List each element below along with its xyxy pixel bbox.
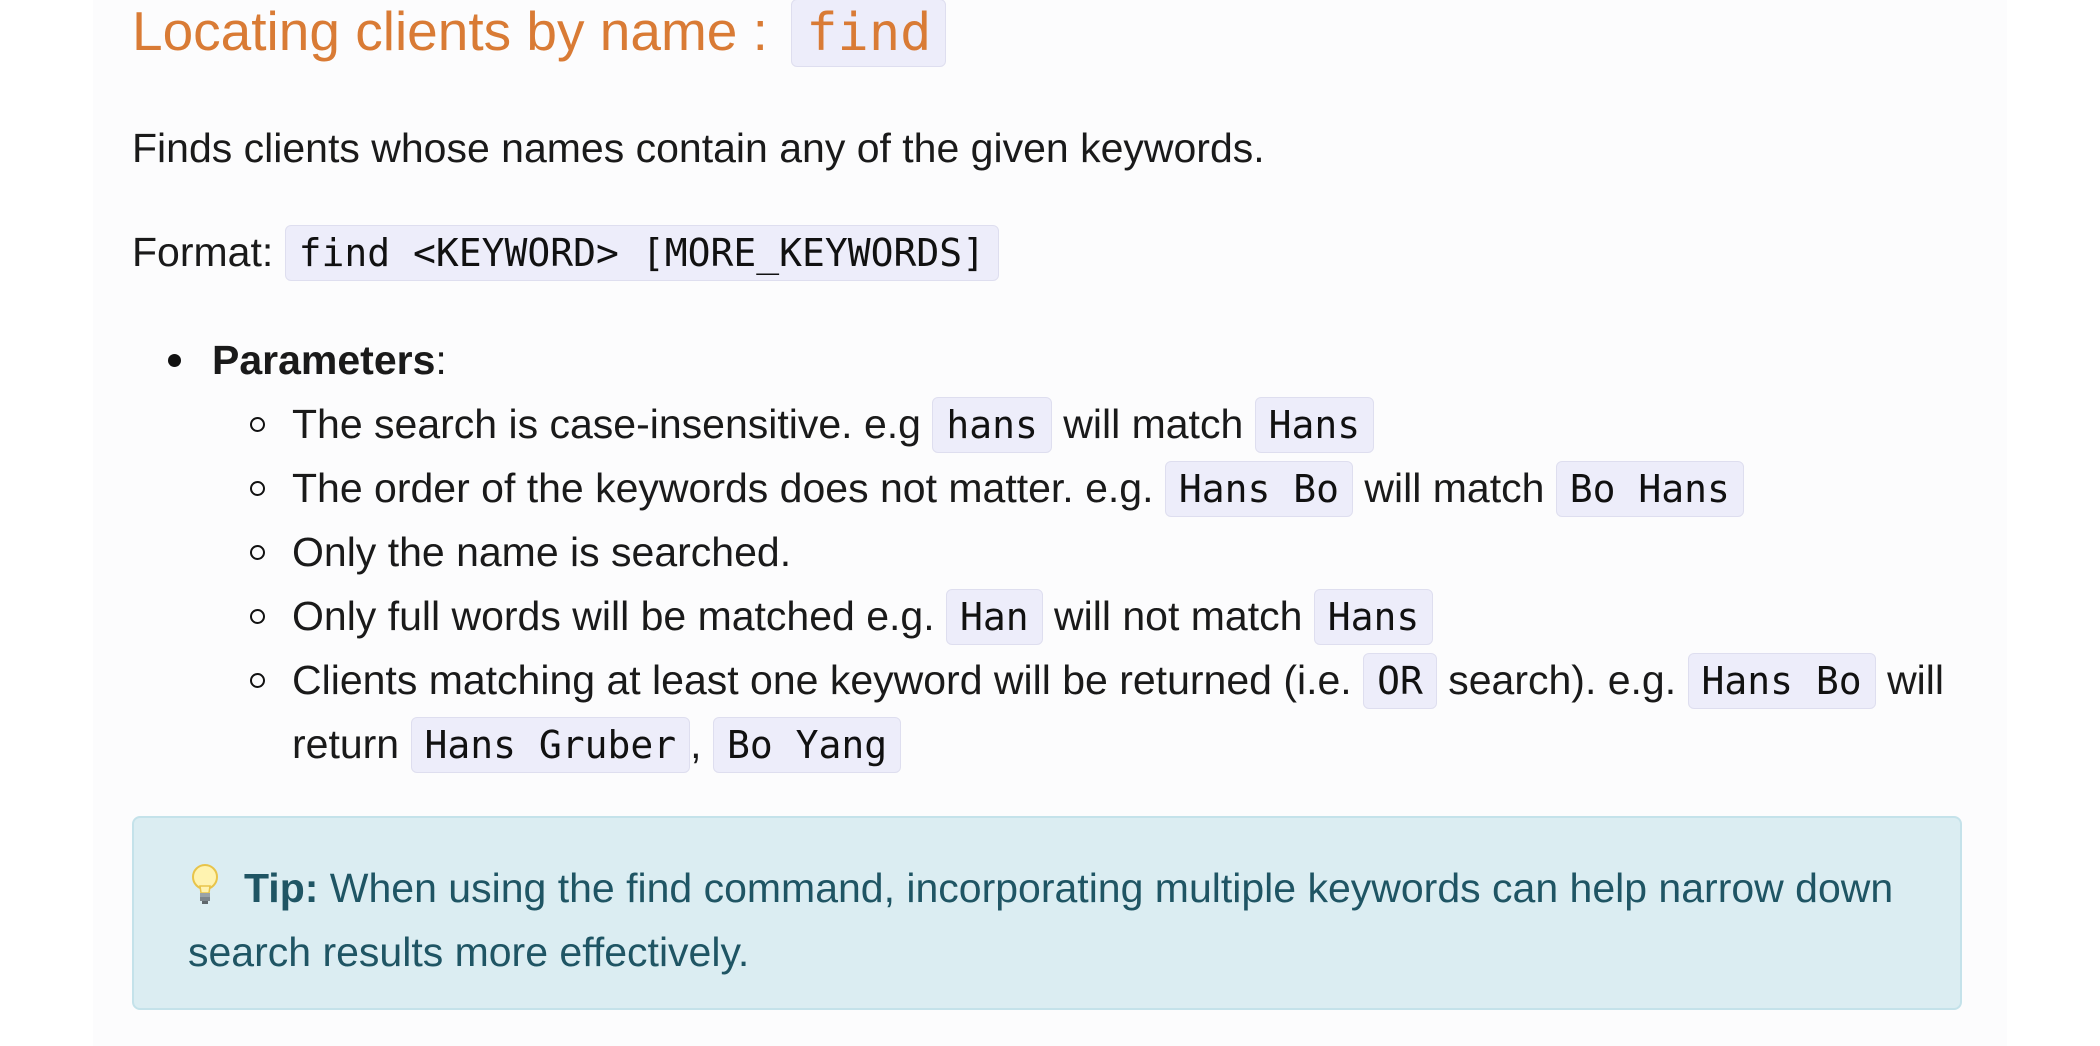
inline-code: Hans [1254,397,1375,453]
bullet-circle [250,545,265,560]
inline-code: OR [1363,653,1437,709]
parameters-list: Parameters: The search is case-insensiti… [132,328,1982,776]
item-text: will match [1051,401,1255,447]
tip-callout: Tip: When using the find command, incorp… [132,816,1962,1010]
inline-code: Hans Bo [1687,653,1876,709]
item-text: The search is case-insensitive. e.g [292,401,933,447]
section-heading: Locating clients by name : find [132,0,947,67]
item-text: , [690,721,713,767]
list-item: Only full words will be matched e.g. Han… [132,584,1982,648]
list-item: The order of the keywords does not matte… [132,456,1982,520]
bullet-disc [168,354,181,367]
tip-label: Tip: [244,865,319,911]
inline-code: Bo Hans [1555,461,1744,517]
item-text: search). e.g. [1436,657,1688,703]
inline-code: hans [932,397,1052,453]
content-area: Locating clients by name : find Finds cl… [93,0,2007,1046]
item-text: Only the name is searched. [292,529,792,575]
tip-text: When using the find command, incorporati… [188,865,1894,975]
bullet-circle [250,609,265,624]
inline-code: Han [946,589,1043,645]
parameters-colon: : [435,337,447,383]
list-item: Only the name is searched. [132,520,1982,584]
format-code: find <KEYWORD> [MORE_KEYWORDS] [284,225,999,281]
inline-code: Hans [1313,589,1434,645]
item-text: will not match [1042,593,1314,639]
inline-code: Hans Bo [1164,461,1354,517]
item-text: The order of the keywords does not matte… [292,465,1165,511]
inline-code: Hans Gruber [410,717,691,773]
bullet-circle [250,673,265,688]
lightbulb-icon [188,860,222,904]
format-line: Format: find <KEYWORD> [MORE_KEYWORDS] [132,224,999,281]
list-item: The search is case-insensitive. e.g hans… [132,392,1982,456]
heading-text: Locating clients by name : [132,0,784,62]
bullet-circle [250,417,265,432]
item-text: Only full words will be matched e.g. [292,593,946,639]
list-item: Clients matching at least one keyword wi… [132,648,2012,776]
parameters-title: Parameters [212,337,436,383]
item-text: Clients matching at least one keyword wi… [292,657,1364,703]
heading-command-code: find [791,0,947,67]
parameters-bullet: Parameters: [132,328,1982,392]
item-text: will match [1353,465,1556,511]
inline-code: Bo Yang [712,717,902,773]
format-label: Format: [132,229,285,275]
intro-paragraph: Finds clients whose names contain any of… [132,125,1265,171]
bullet-circle [250,481,265,496]
